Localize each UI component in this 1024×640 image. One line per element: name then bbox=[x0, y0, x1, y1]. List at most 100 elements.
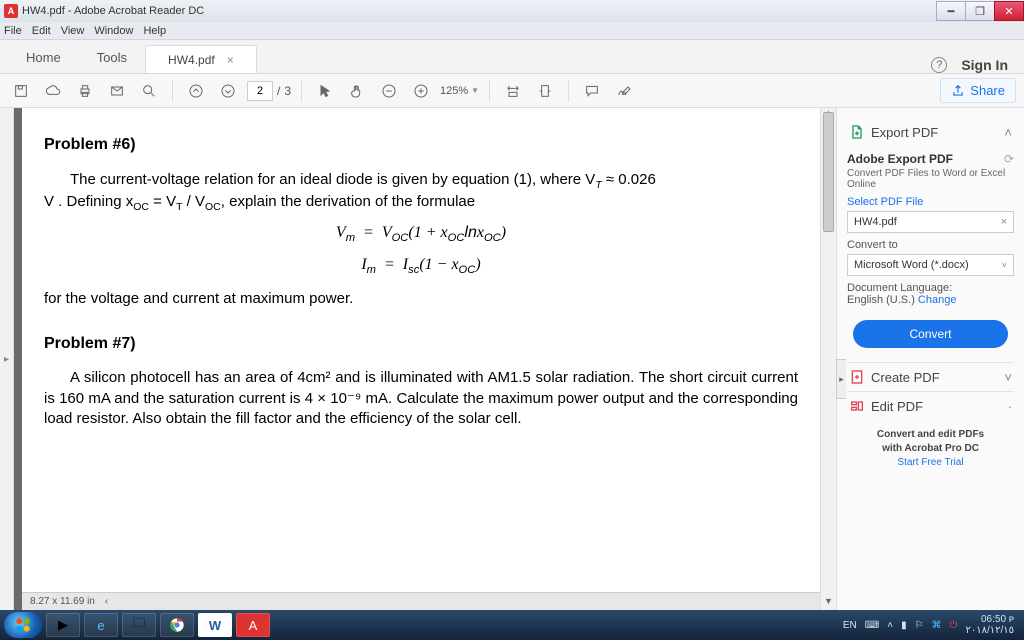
select-file-link[interactable]: Select PDF File bbox=[847, 196, 1014, 208]
search-icon[interactable] bbox=[136, 78, 162, 104]
comment-icon[interactable] bbox=[579, 78, 605, 104]
maximize-button[interactable]: ❐ bbox=[965, 1, 995, 21]
zoom-value: 125% bbox=[440, 85, 468, 97]
tray-keyboard-icon[interactable]: ⌨ bbox=[865, 620, 879, 631]
taskbar-acrobat[interactable]: A bbox=[236, 613, 270, 637]
export-pdf-icon bbox=[849, 124, 865, 140]
change-language-link[interactable]: Change bbox=[918, 294, 957, 306]
edit-pdf-icon bbox=[849, 398, 865, 414]
nav-pane-toggle[interactable]: ▸ bbox=[0, 108, 14, 610]
tray-time: 06:50 ᴘ bbox=[965, 614, 1014, 625]
tray-power-icon[interactable]: ⏻ bbox=[950, 620, 958, 631]
tray-network-icon[interactable]: ▮ bbox=[901, 620, 907, 631]
close-button[interactable]: ✕ bbox=[994, 1, 1024, 21]
taskbar-chrome[interactable] bbox=[160, 613, 194, 637]
doc-language-label: Document Language: bbox=[847, 282, 1014, 294]
save-icon[interactable] bbox=[8, 78, 34, 104]
heading-problem-6: Problem #6) bbox=[44, 134, 798, 156]
zoom-out-icon[interactable] bbox=[376, 78, 402, 104]
menu-help[interactable]: Help bbox=[143, 25, 166, 37]
share-button[interactable]: Share bbox=[940, 78, 1016, 103]
taskbar-explorer[interactable]: 🗀 bbox=[122, 613, 156, 637]
page-status-bar: 8.27 x 11.69 in ‹ bbox=[22, 592, 820, 610]
pane-collapse-handle[interactable]: ▸ bbox=[836, 359, 846, 399]
chevron-up-icon: ˄ bbox=[1004, 125, 1012, 140]
p6-paragraph-3: for the voltage and current at maximum p… bbox=[44, 289, 798, 309]
windows-logo-icon bbox=[14, 616, 32, 634]
taskbar-ie[interactable]: e bbox=[84, 613, 118, 637]
tray-clock[interactable]: 06:50 ᴘ ٢٠١٨/١٢/١٥ bbox=[965, 614, 1014, 636]
help-icon[interactable]: ? bbox=[931, 57, 947, 73]
start-button[interactable] bbox=[4, 612, 42, 638]
create-pdf-label: Create PDF bbox=[871, 370, 940, 385]
page-sep: / bbox=[277, 84, 280, 98]
zoom-in-icon[interactable] bbox=[408, 78, 434, 104]
mail-icon[interactable] bbox=[104, 78, 130, 104]
window-title: HW4.pdf - Adobe Acrobat Reader DC bbox=[22, 5, 204, 17]
tab-close-icon[interactable]: × bbox=[227, 53, 234, 67]
convert-to-label: Convert to bbox=[847, 239, 1014, 251]
fit-width-icon[interactable] bbox=[500, 78, 526, 104]
app-icon: A bbox=[4, 4, 18, 18]
export-pdf-header[interactable]: Export PDF ˄ bbox=[847, 118, 1014, 146]
share-label: Share bbox=[970, 83, 1005, 98]
separator bbox=[489, 80, 490, 102]
menu-edit[interactable]: Edit bbox=[32, 25, 51, 37]
export-subtitle: Convert PDF Files to Word or Excel Onlin… bbox=[847, 168, 1014, 190]
selected-file-box: HW4.pdf × bbox=[847, 211, 1014, 233]
p6-paragraph-1: The current-voltage relation for an idea… bbox=[44, 170, 798, 192]
fit-page-icon[interactable] bbox=[532, 78, 558, 104]
separator bbox=[172, 80, 173, 102]
refresh-icon[interactable]: ⟳ bbox=[1004, 152, 1014, 166]
tab-document[interactable]: HW4.pdf × bbox=[145, 45, 257, 73]
page-dimensions: 8.27 x 11.69 in bbox=[30, 595, 95, 609]
tray-bluetooth-icon[interactable]: ⌘ bbox=[932, 620, 942, 631]
tools-pane: ▸ Export PDF ˄ Adobe Export PDF ⟳ Conver… bbox=[836, 108, 1024, 610]
menu-window[interactable]: Window bbox=[94, 25, 133, 37]
separator bbox=[568, 80, 569, 102]
tray-chevron-up-icon[interactable]: ˄ bbox=[887, 620, 893, 631]
window-titlebar: A HW4.pdf - Adobe Acrobat Reader DC ━ ❐ … bbox=[0, 0, 1024, 22]
tab-home[interactable]: Home bbox=[8, 42, 79, 73]
sign-icon[interactable] bbox=[611, 78, 637, 104]
scroll-thumb[interactable] bbox=[823, 112, 834, 232]
toolbar: / 3 125%▼ Share bbox=[0, 74, 1024, 108]
minimize-button[interactable]: ━ bbox=[936, 1, 966, 21]
convert-target-value: Microsoft Word (*.docx) bbox=[854, 259, 969, 271]
convert-button[interactable]: Convert bbox=[853, 320, 1008, 348]
tray-action-icon[interactable]: ⚐ bbox=[915, 620, 924, 631]
promo-text: Convert and edit PDFs with Acrobat Pro D… bbox=[847, 428, 1014, 470]
sign-in-link[interactable]: Sign In bbox=[961, 57, 1008, 73]
separator bbox=[301, 80, 302, 102]
cloud-icon[interactable] bbox=[40, 78, 66, 104]
share-icon bbox=[951, 84, 965, 98]
chevron-down-icon: ˅ bbox=[1002, 260, 1007, 270]
start-trial-link[interactable]: Start Free Trial bbox=[897, 457, 963, 468]
clear-file-icon[interactable]: × bbox=[1001, 216, 1007, 228]
print-icon[interactable] bbox=[72, 78, 98, 104]
vertical-scrollbar[interactable]: ▲ ▼ bbox=[820, 108, 836, 610]
edit-pdf-header[interactable]: Edit PDF · bbox=[847, 391, 1014, 420]
convert-target-select[interactable]: Microsoft Word (*.docx) ˅ bbox=[847, 254, 1014, 276]
p7-paragraph: A silicon photocell has an area of 4cm² … bbox=[44, 368, 798, 429]
document-viewport: Problem #6) The current-voltage relation… bbox=[14, 108, 820, 610]
menu-file[interactable]: File bbox=[4, 25, 22, 37]
create-pdf-header[interactable]: Create PDF ˅ bbox=[847, 362, 1014, 391]
page-down-icon[interactable] bbox=[215, 78, 241, 104]
scroll-down-icon[interactable]: ▼ bbox=[821, 596, 836, 610]
page-content: Problem #6) The current-voltage relation… bbox=[22, 108, 820, 610]
taskbar-word[interactable]: W bbox=[198, 613, 232, 637]
formula-im: Im = Isc(1 − xOC) bbox=[44, 254, 798, 278]
tab-tools[interactable]: Tools bbox=[79, 42, 145, 73]
pointer-icon[interactable] bbox=[312, 78, 338, 104]
taskbar-media-player[interactable]: ▶ bbox=[46, 613, 80, 637]
status-arrow: ‹ bbox=[105, 595, 108, 609]
menu-view[interactable]: View bbox=[61, 25, 85, 37]
page-number-input[interactable] bbox=[247, 81, 273, 101]
tray-language[interactable]: EN bbox=[843, 620, 857, 631]
hand-icon[interactable] bbox=[344, 78, 370, 104]
chevron-down-icon: ˅ bbox=[1004, 370, 1012, 385]
windows-taskbar: ▶ e 🗀 W A EN ⌨ ˄ ▮ ⚐ ⌘ ⏻ 06:50 ᴘ ٢٠١٨/١٢… bbox=[0, 610, 1024, 640]
zoom-level[interactable]: 125%▼ bbox=[440, 85, 479, 97]
page-up-icon[interactable] bbox=[183, 78, 209, 104]
